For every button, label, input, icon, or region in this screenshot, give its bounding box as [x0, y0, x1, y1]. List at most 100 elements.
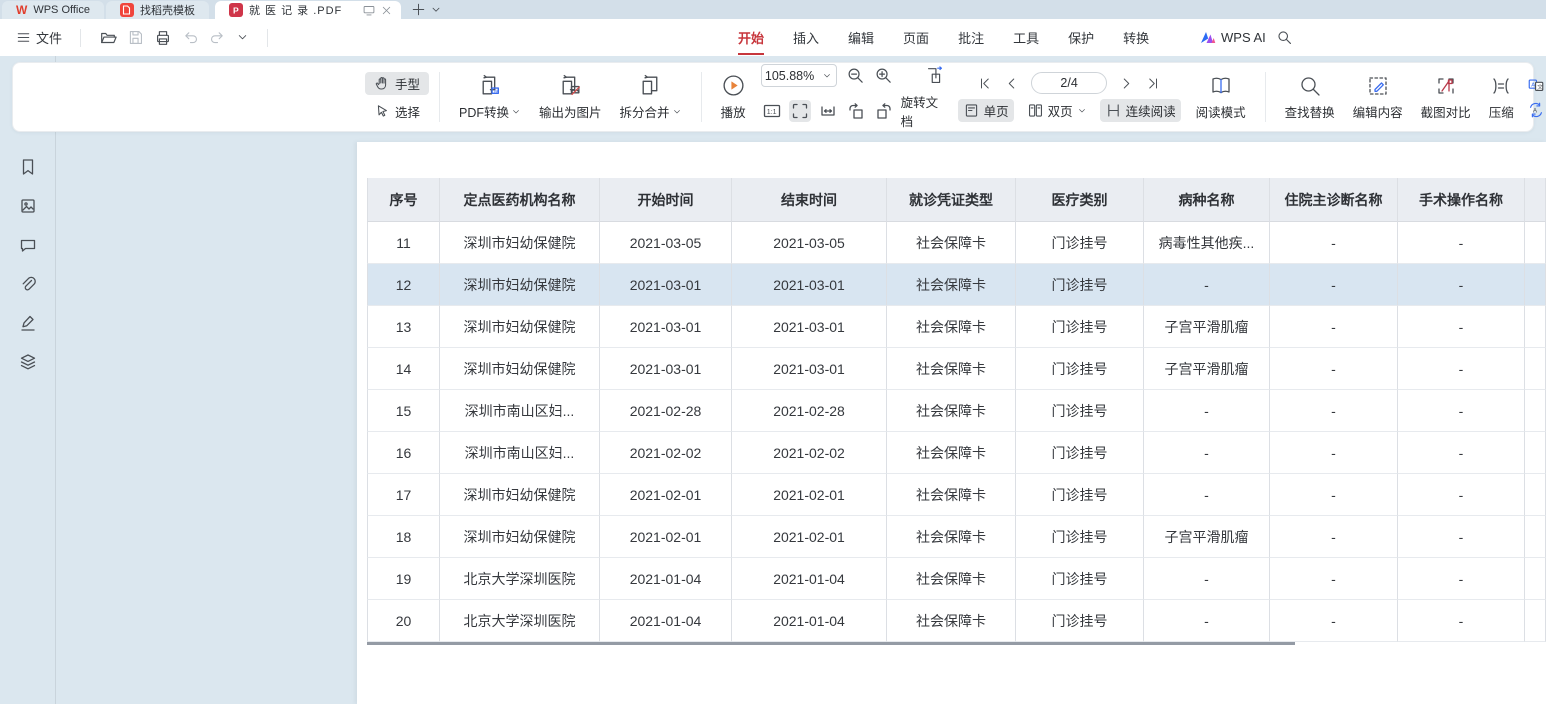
- close-tab-icon[interactable]: [380, 4, 393, 17]
- hand-tool-button[interactable]: 手型: [365, 72, 429, 95]
- table-cell: -: [1270, 558, 1398, 600]
- tab-label: 找稻壳模板: [140, 2, 195, 18]
- compress-label: 压缩: [1489, 102, 1514, 121]
- tab-docer-templates[interactable]: 找稻壳模板: [106, 1, 209, 19]
- first-page-icon[interactable]: [977, 76, 992, 91]
- menu-item-insert[interactable]: 插入: [793, 24, 819, 51]
- toolbar: 手型 选择 W PDF转换 输出为图片 拆分合并 播放: [12, 62, 1534, 132]
- zoom-level-select[interactable]: 105.88%: [761, 64, 837, 87]
- find-replace-button[interactable]: 查找替换: [1276, 74, 1344, 121]
- open-file-icon[interactable]: [99, 29, 117, 47]
- word-translate-button[interactable]: A 划词翻译: [1527, 100, 1546, 119]
- pdf-page[interactable]: 序号定点医药机构名称开始时间结束时间就诊凭证类型医疗类别病种名称住院主诊断名称手…: [357, 142, 1546, 704]
- next-page-icon[interactable]: [1119, 76, 1134, 91]
- word-translate-icon: A: [1527, 101, 1545, 119]
- table-cell: -: [1144, 264, 1270, 306]
- search-icon[interactable]: [1276, 29, 1293, 46]
- table-row[interactable]: 17深圳市妇幼保健院2021-02-012021-02-01社会保障卡门诊挂号-…: [367, 474, 1546, 516]
- rotate-left-button[interactable]: [845, 100, 867, 122]
- single-page-button[interactable]: 单页: [958, 99, 1014, 122]
- divider: [439, 72, 440, 122]
- print-icon[interactable]: [154, 29, 172, 47]
- signature-icon[interactable]: [18, 313, 38, 333]
- thumbnails-icon[interactable]: [18, 196, 38, 216]
- last-page-icon[interactable]: [1146, 76, 1161, 91]
- export-as-image-button[interactable]: 输出为图片: [530, 73, 611, 121]
- read-mode-button[interactable]: 阅读模式: [1187, 74, 1255, 121]
- page-navigation-group: 2/4 单页 双页: [958, 72, 1181, 122]
- header-cell: 结束时间: [732, 178, 887, 222]
- fit-width-button[interactable]: [817, 100, 839, 122]
- split-merge-button[interactable]: 拆分合并: [611, 73, 691, 121]
- save-icon[interactable]: [127, 29, 144, 46]
- continuous-reading-button[interactable]: 连续阅读: [1100, 99, 1181, 122]
- select-tool-button[interactable]: 选择: [365, 100, 429, 123]
- present-to-screen-icon[interactable]: [362, 3, 376, 17]
- zoom-in-icon[interactable]: [874, 66, 893, 85]
- table-cell: 2021-02-02: [600, 432, 732, 474]
- menu-item-page[interactable]: 页面: [903, 24, 929, 51]
- rotate-document-label[interactable]: 旋转文档: [901, 92, 946, 130]
- page-number-input[interactable]: 2/4: [1031, 72, 1107, 94]
- table-cell: 深圳市妇幼保健院: [440, 264, 600, 306]
- header-cell: 开始时间: [600, 178, 732, 222]
- fit-page-button[interactable]: [789, 100, 811, 122]
- rotate-document-icon[interactable]: [924, 65, 946, 87]
- table-cell: [1525, 432, 1546, 474]
- full-text-translate-button[interactable]: A文 全文翻译: [1527, 75, 1546, 94]
- table-row[interactable]: 19北京大学深圳医院2021-01-042021-01-04社会保障卡门诊挂号-…: [367, 558, 1546, 600]
- chevron-down-icon: [1077, 106, 1087, 116]
- layers-icon[interactable]: [18, 352, 38, 372]
- header-cell: 序号: [367, 178, 440, 222]
- tab-wps-office[interactable]: W WPS Office: [2, 1, 104, 19]
- table-cell: -: [1270, 600, 1398, 642]
- attachment-icon[interactable]: [18, 274, 38, 294]
- menu-item-home[interactable]: 开始: [738, 24, 764, 51]
- table-row[interactable]: 14深圳市妇幼保健院2021-03-012021-03-01社会保障卡门诊挂号子…: [367, 348, 1546, 390]
- tab-list-chevron-icon[interactable]: [430, 4, 442, 16]
- edit-content-icon: [1366, 74, 1390, 98]
- play-button[interactable]: 播放: [712, 73, 755, 121]
- table-row[interactable]: 15深圳市南山区妇...2021-02-282021-02-28社会保障卡门诊挂…: [367, 390, 1546, 432]
- menu-item-tools[interactable]: 工具: [1013, 24, 1039, 51]
- double-page-button[interactable]: 双页: [1022, 99, 1092, 122]
- screenshot-compare-label: 截图对比: [1421, 102, 1471, 121]
- table-row[interactable]: 11深圳市妇幼保健院2021-03-052021-03-05社会保障卡门诊挂号病…: [367, 222, 1546, 264]
- tab-document-pdf[interactable]: P 就 医 记 录 .PDF: [215, 1, 401, 19]
- menu-item-protect[interactable]: 保护: [1068, 24, 1094, 51]
- redo-icon[interactable]: [209, 29, 226, 46]
- edit-content-button[interactable]: 编辑内容: [1344, 74, 1412, 121]
- split-merge-label: 拆分合并: [620, 102, 670, 121]
- prev-page-icon[interactable]: [1004, 76, 1019, 91]
- rotate-right-button[interactable]: [873, 100, 895, 122]
- zoom-out-icon[interactable]: [846, 66, 865, 85]
- table-cell: 2021-02-01: [732, 516, 887, 558]
- table-cell: 社会保障卡: [887, 474, 1016, 516]
- table-cell: 北京大学深圳医院: [440, 558, 600, 600]
- menu-item-edit[interactable]: 编辑: [848, 24, 874, 51]
- continuous-reading-icon: [1105, 102, 1122, 119]
- bookmark-icon[interactable]: [18, 157, 38, 177]
- pdf-convert-button[interactable]: W PDF转换: [450, 73, 530, 121]
- table-cell: 2021-03-01: [600, 348, 732, 390]
- table-row[interactable]: 12深圳市妇幼保健院2021-03-012021-03-01社会保障卡门诊挂号-…: [367, 264, 1546, 306]
- screenshot-compare-button[interactable]: 截图对比: [1412, 74, 1480, 121]
- table-row[interactable]: 20北京大学深圳医院2021-01-042021-01-04社会保障卡门诊挂号-…: [367, 600, 1546, 642]
- menu-bar: 文件 开始 插入 编辑 页面 批注 工具 保护 转换: [0, 19, 1546, 56]
- file-menu-button[interactable]: 文件: [16, 28, 62, 47]
- table-row[interactable]: 18深圳市妇幼保健院2021-02-012021-02-01社会保障卡门诊挂号子…: [367, 516, 1546, 558]
- comment-icon[interactable]: [18, 235, 38, 255]
- undo-icon[interactable]: [182, 29, 199, 46]
- table-row[interactable]: 16深圳市南山区妇...2021-02-022021-02-02社会保障卡门诊挂…: [367, 432, 1546, 474]
- menu-item-convert[interactable]: 转换: [1123, 24, 1149, 51]
- table-row[interactable]: 13深圳市妇幼保健院2021-03-012021-03-01社会保障卡门诊挂号子…: [367, 306, 1546, 348]
- menu-item-comment[interactable]: 批注: [958, 24, 984, 51]
- table-cell: 2021-02-28: [732, 390, 887, 432]
- wps-ai-button[interactable]: WPS AI: [1200, 30, 1266, 45]
- table-cell: 深圳市妇幼保健院: [440, 474, 600, 516]
- more-tools-chevron-icon[interactable]: [236, 31, 249, 44]
- table-cell: -: [1270, 222, 1398, 264]
- actual-size-button[interactable]: 1:1: [761, 100, 783, 122]
- compress-button[interactable]: 压缩: [1480, 74, 1523, 121]
- new-tab-icon[interactable]: [411, 2, 426, 17]
